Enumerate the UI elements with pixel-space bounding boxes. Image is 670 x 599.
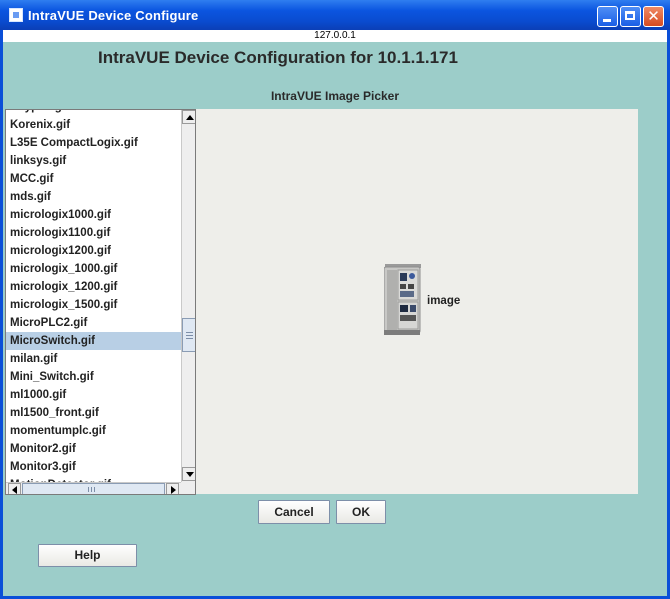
- list-item[interactable]: MicroSwitch.gif: [6, 332, 181, 350]
- app-icon: [9, 8, 23, 22]
- list-item[interactable]: linksys.gif: [6, 152, 181, 170]
- horizontal-scroll-thumb[interactable]: [22, 483, 165, 494]
- maximize-icon: [621, 7, 640, 26]
- section-title: IntraVUE Image Picker: [270, 89, 400, 103]
- arrow-up-icon: [186, 115, 194, 120]
- list-item[interactable]: Mini_Switch.gif: [6, 368, 181, 386]
- list-item[interactable]: L35E CompactLogix.gif: [6, 134, 181, 152]
- list-item[interactable]: micrologix_1200.gif: [6, 278, 181, 296]
- app-window: IntraVUE Device Configure ✕ 127.0.0.1 In…: [0, 0, 670, 599]
- microswitch-device-icon: [384, 264, 421, 335]
- ok-button[interactable]: OK: [336, 500, 386, 524]
- window-title: IntraVUE Device Configure: [28, 8, 199, 23]
- close-button[interactable]: ✕: [643, 6, 664, 27]
- scroll-up-button[interactable]: [182, 110, 195, 124]
- list-item[interactable]: micrologix1000.gif: [6, 206, 181, 224]
- minimize-button[interactable]: [597, 6, 618, 27]
- list-item[interactable]: micrologix_1000.gif: [6, 260, 181, 278]
- list-item[interactable]: Monitor2.gif: [6, 440, 181, 458]
- list-item[interactable]: Korenix.gif: [6, 116, 181, 134]
- list-item[interactable]: milan.gif: [6, 350, 181, 368]
- minimize-icon: [598, 7, 617, 26]
- arrow-right-icon: [171, 486, 176, 494]
- maximize-button[interactable]: [620, 6, 641, 27]
- image-list[interactable]: Keypad.gifKorenix.gifL35E CompactLogix.g…: [6, 110, 181, 494]
- image-preview-panel: image: [196, 109, 638, 494]
- grip-line: [186, 338, 193, 339]
- grip-line: [88, 487, 89, 492]
- list-item[interactable]: Monitor3.gif: [6, 458, 181, 476]
- cancel-button[interactable]: Cancel: [258, 500, 330, 524]
- arrow-left-icon: [12, 486, 17, 494]
- list-item[interactable]: Keypad.gif: [6, 110, 181, 116]
- image-label: image: [427, 295, 461, 307]
- scroll-right-button[interactable]: [166, 483, 179, 494]
- horizontal-scrollbar[interactable]: [6, 482, 181, 494]
- scroll-corner: [181, 482, 195, 494]
- page-title: IntraVUE Device Configuration for 10.1.1…: [98, 48, 458, 67]
- list-item[interactable]: MicroPLC2.gif: [6, 314, 181, 332]
- list-item[interactable]: momentumplc.gif: [6, 422, 181, 440]
- grip-line: [186, 335, 193, 336]
- vertical-scrollbar[interactable]: [181, 110, 195, 482]
- grip-line: [186, 332, 193, 333]
- arrow-down-icon: [186, 472, 194, 477]
- close-icon: ✕: [647, 7, 660, 25]
- host-address: 127.0.0.1: [3, 30, 667, 42]
- list-item[interactable]: micrologix1100.gif: [6, 224, 181, 242]
- grip-line: [94, 487, 95, 492]
- list-item[interactable]: micrologix_1500.gif: [6, 296, 181, 314]
- help-button[interactable]: Help: [38, 544, 137, 567]
- list-item[interactable]: ml1500_front.gif: [6, 404, 181, 422]
- scroll-down-button[interactable]: [182, 467, 195, 481]
- title-bar[interactable]: IntraVUE Device Configure ✕: [0, 0, 670, 30]
- list-item[interactable]: mds.gif: [6, 188, 181, 206]
- list-item[interactable]: MCC.gif: [6, 170, 181, 188]
- image-list-panel: Keypad.gifKorenix.gifL35E CompactLogix.g…: [5, 109, 196, 495]
- list-item[interactable]: ml1000.gif: [6, 386, 181, 404]
- list-item[interactable]: micrologix1200.gif: [6, 242, 181, 260]
- grip-line: [91, 487, 92, 492]
- scroll-left-button[interactable]: [8, 483, 21, 494]
- vertical-scroll-thumb[interactable]: [182, 318, 195, 352]
